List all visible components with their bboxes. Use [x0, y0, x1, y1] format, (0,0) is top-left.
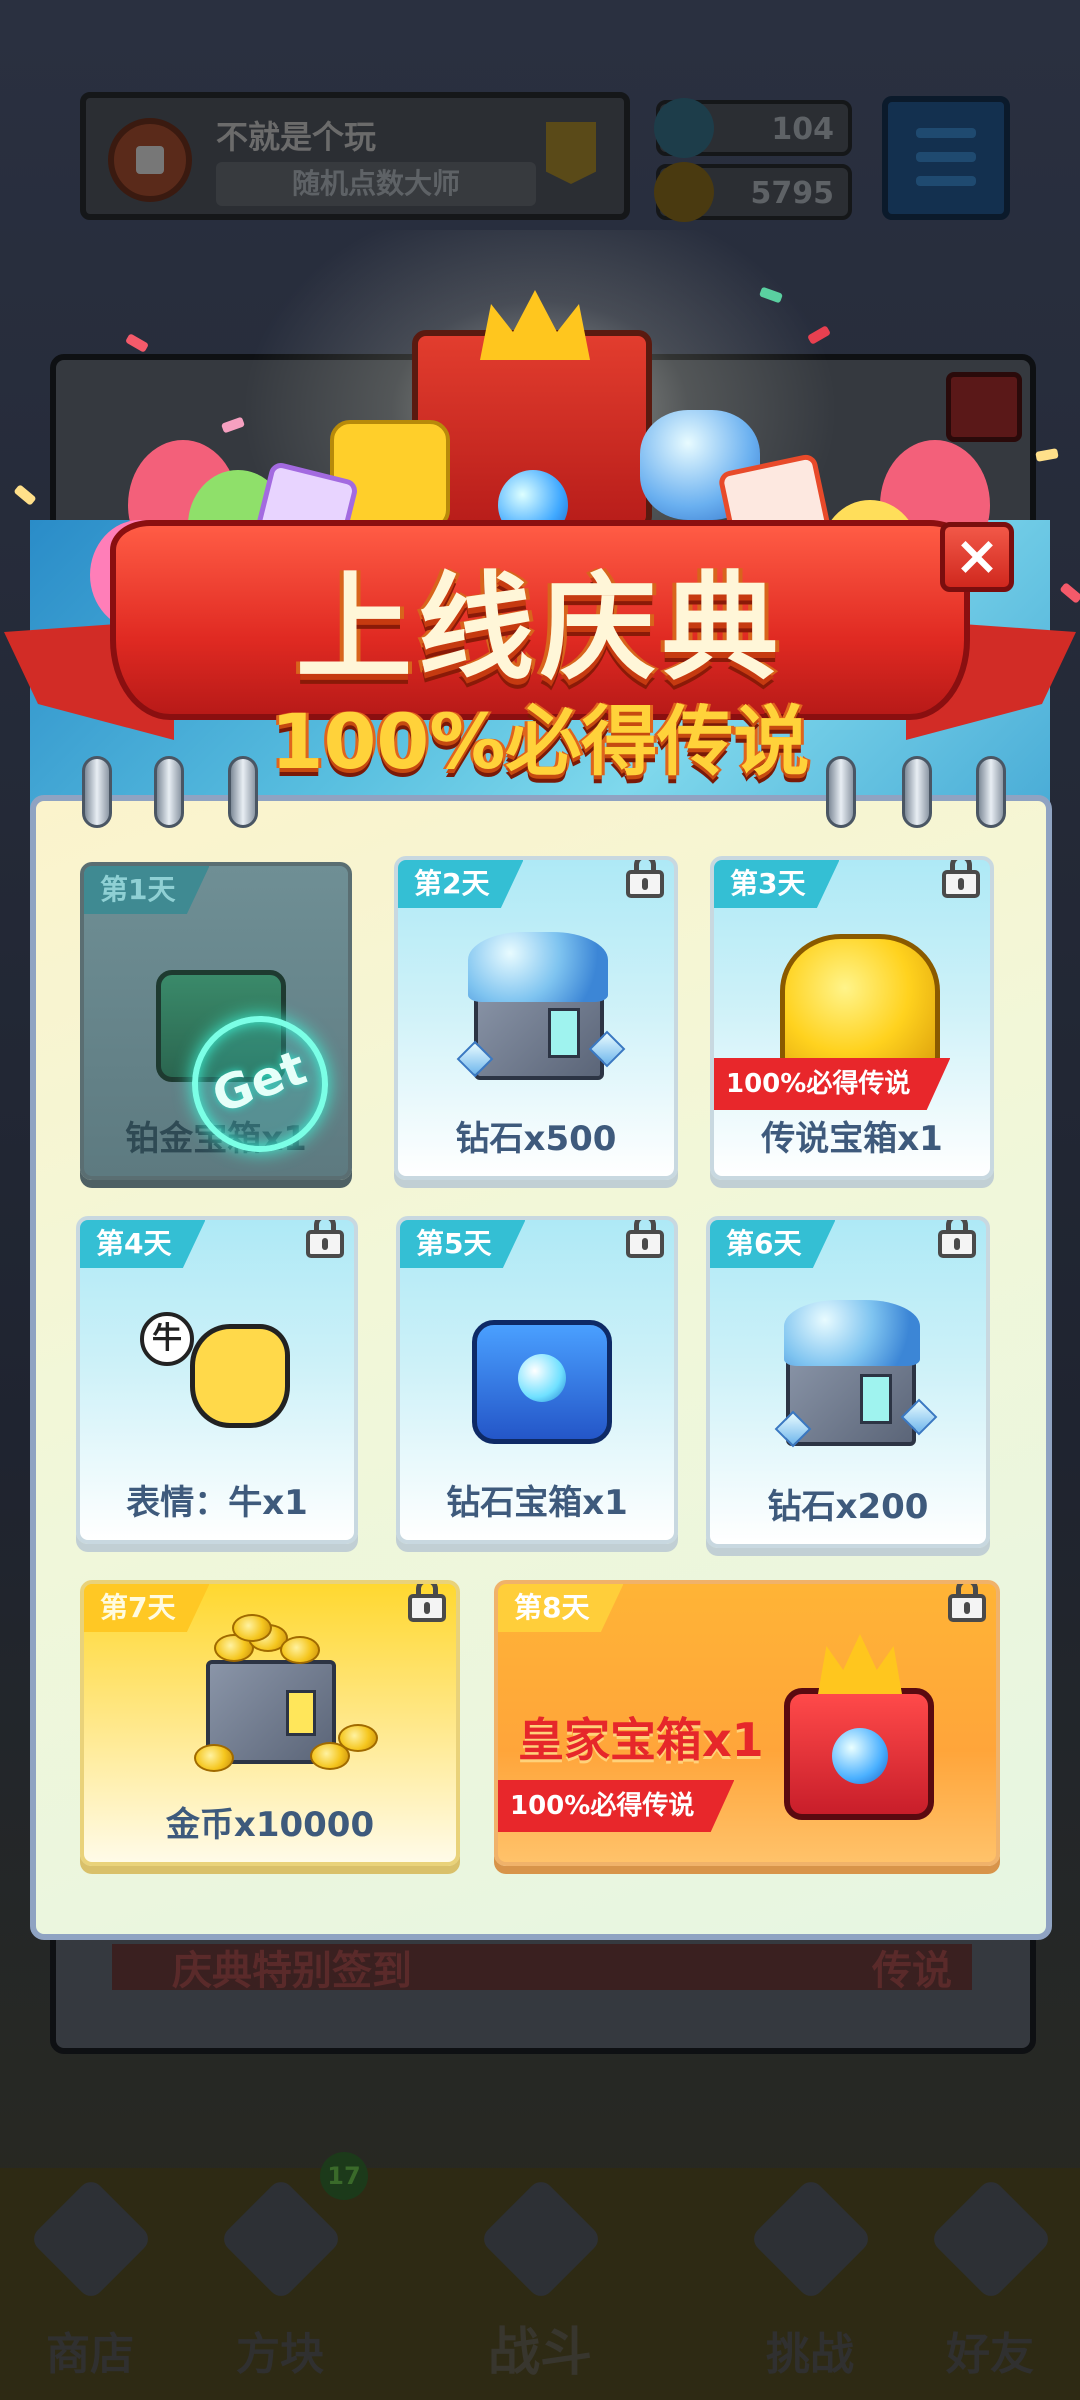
background-banner-text: 庆典特别签到 — [172, 1948, 412, 1990]
nav-challenge: 挑战 — [720, 2168, 900, 2400]
player-info-bar: 不就是个玩 随机点数大师 — [80, 92, 630, 220]
binder-ring — [228, 756, 258, 828]
lock-icon — [942, 860, 980, 898]
lock-icon — [948, 1584, 986, 1622]
background-close-button — [946, 372, 1022, 442]
day-card-7[interactable]: 第7天 金币x10000 — [80, 1580, 460, 1866]
day-card-3[interactable]: 第3天 100%必得传说 传说宝箱x1 — [710, 856, 994, 1180]
day-label: 第2天 — [398, 860, 524, 908]
legend-guarantee-tag: 100%必得传说 — [498, 1780, 735, 1832]
challenge-icon — [748, 2176, 874, 2302]
lock-icon — [626, 860, 664, 898]
nav-challenge-label: 挑战 — [766, 2329, 854, 2380]
diamond-pile-icon — [784, 1300, 920, 1366]
emoji-speech-bubble: 牛 — [140, 1312, 194, 1366]
reward-label: 皇家宝箱x1 — [518, 1713, 764, 1767]
reward-label: 表情：牛x1 — [126, 1483, 308, 1523]
player-name: 不就是个玩 — [216, 118, 377, 156]
nav-friends: 好友 — [900, 2168, 1080, 2400]
reward-label: 钻石宝箱x1 — [446, 1483, 628, 1523]
nav-battle-label: 战斗 — [487, 2323, 592, 2383]
day-card-1[interactable]: 第1天 铂金宝箱x1 Get — [80, 862, 352, 1180]
blocks-icon — [218, 2176, 344, 2302]
royal-orb-icon — [832, 1728, 888, 1784]
day-label: 第1天 — [84, 866, 210, 914]
reward-label: 传说宝箱x1 — [761, 1119, 943, 1159]
day-label: 第5天 — [400, 1220, 526, 1268]
player-avatar — [108, 118, 192, 202]
day-card-4[interactable]: 第4天 牛 表情：牛x1 — [76, 1216, 358, 1544]
diamond-count: 104 — [771, 112, 834, 147]
coin-count: 5795 — [750, 176, 835, 211]
nav-blocks: 方块 — [190, 2168, 370, 2400]
day-card-8[interactable]: 第8天 皇家宝箱x1 100%必得传说 — [494, 1580, 1000, 1866]
day-card-5[interactable]: 第5天 钻石宝箱x1 — [396, 1216, 678, 1544]
bottom-nav: 商店 方块 战斗 挑战 好友 — [0, 2168, 1080, 2400]
binder-ring — [902, 756, 932, 828]
coin-counter: 5795 — [654, 162, 852, 222]
diamond-counter: 104 — [654, 98, 852, 158]
day-label: 第3天 — [714, 860, 840, 908]
day-card-2[interactable]: 第2天 钻石x500 — [394, 856, 678, 1180]
nav-friends-label: 好友 — [946, 2329, 1034, 2380]
binder-ring — [826, 756, 856, 828]
close-icon: × — [954, 524, 1000, 587]
day-label: 第7天 — [84, 1584, 210, 1632]
reward-label: 钻石x500 — [455, 1119, 617, 1159]
nav-battle: 战斗 — [450, 2168, 630, 2400]
shop-icon — [28, 2176, 154, 2302]
popup-title: 上线庆典 — [296, 561, 784, 696]
lock-icon — [408, 1584, 446, 1622]
reward-label: 钻石x200 — [767, 1487, 929, 1527]
nav-blocks-badge: 17 — [320, 2152, 368, 2200]
menu-button — [882, 96, 1010, 220]
background-banner: 庆典特别签到 传说 — [112, 1944, 972, 1990]
coin-icon — [654, 162, 714, 222]
nav-blocks-label: 方块 — [236, 2329, 324, 2380]
nav-shop: 商店 — [0, 2168, 180, 2400]
close-button[interactable]: × — [940, 522, 1014, 592]
binder-ring — [154, 756, 184, 828]
diamond-icon — [654, 98, 714, 158]
day-label: 第8天 — [498, 1584, 624, 1632]
player-title: 随机点数大师 — [216, 162, 536, 206]
lock-icon — [306, 1220, 344, 1258]
day-label: 第4天 — [80, 1220, 206, 1268]
crown-icon — [818, 1634, 902, 1694]
reward-label: 金币x10000 — [165, 1805, 375, 1845]
friends-icon — [928, 2176, 1054, 2302]
lock-icon — [626, 1220, 664, 1258]
chest-gem — [518, 1354, 566, 1402]
day-card-6[interactable]: 第6天 钻石x200 — [706, 1216, 990, 1548]
rank-badge-icon — [546, 122, 596, 184]
battle-icon — [478, 2176, 604, 2302]
legend-guarantee-tag: 100%必得传说 — [714, 1058, 951, 1110]
diamond-pile-icon — [468, 932, 608, 1002]
lock-icon — [938, 1220, 976, 1258]
binder-ring — [976, 756, 1006, 828]
day-label: 第6天 — [710, 1220, 836, 1268]
thumbs-up-icon — [190, 1324, 290, 1428]
nav-shop-label: 商店 — [46, 2329, 134, 2380]
background-banner-side-text: 传说 — [872, 1948, 952, 1990]
binder-ring — [82, 756, 112, 828]
